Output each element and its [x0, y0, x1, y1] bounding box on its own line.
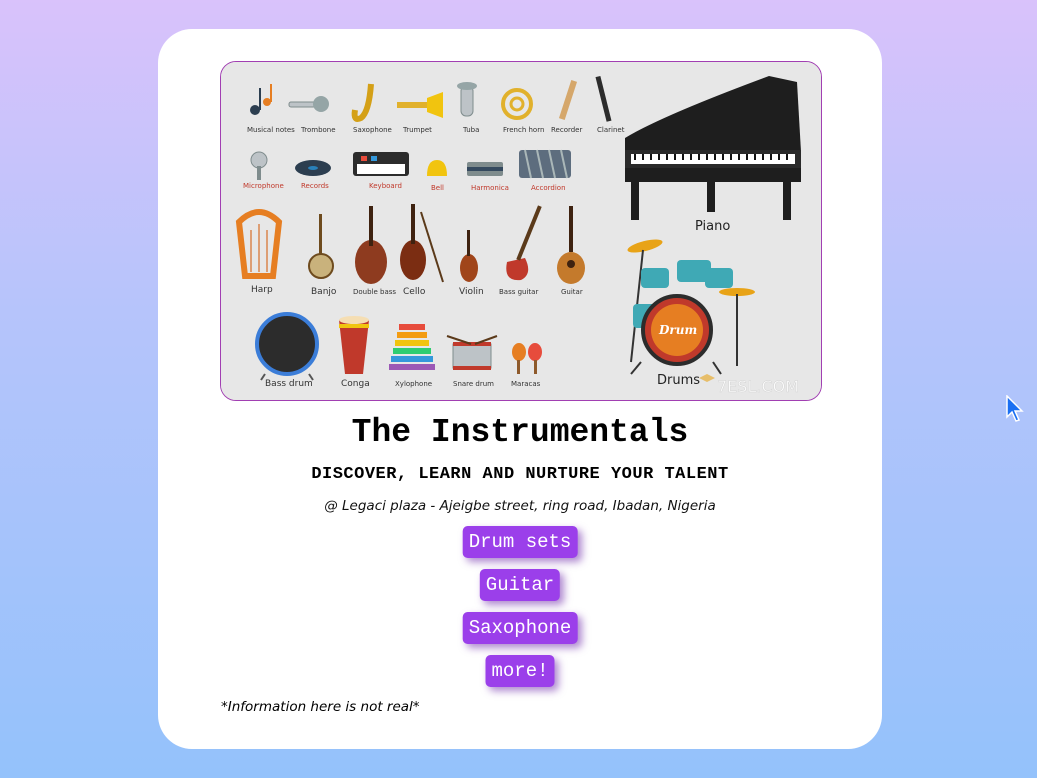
watermark-text: 7ESL.COM — [717, 377, 799, 396]
label-xylophone: Xylophone — [395, 380, 432, 388]
accordion-icon — [519, 149, 571, 179]
label-microphone: Microphone — [243, 182, 284, 190]
keyboard-icon — [353, 152, 409, 176]
drum-head-label: Drum — [658, 323, 697, 337]
label-tuba: Tuba — [462, 126, 479, 134]
label-clarinet: Clarinet — [597, 126, 625, 134]
label-saxophone: Saxophone — [353, 126, 392, 134]
label-trumpet: Trumpet — [402, 126, 432, 134]
label-accordion: Accordion — [531, 184, 566, 192]
label-cello: Cello — [403, 287, 426, 297]
label-drums: Drums — [657, 373, 700, 388]
records-icon — [295, 160, 331, 176]
label-musical-notes: Musical notes — [247, 126, 295, 134]
more-button[interactable]: more! — [485, 655, 555, 687]
label-violin: Violin — [459, 287, 484, 297]
label-maracas: Maracas — [511, 380, 541, 388]
label-double-bass: Double bass — [353, 288, 396, 296]
label-banjo: Banjo — [311, 287, 337, 297]
label-bell: Bell — [431, 184, 444, 192]
harmonica-icon — [467, 162, 503, 176]
label-trombone: Trombone — [300, 126, 336, 134]
label-bass-guitar: Bass guitar — [499, 288, 538, 296]
label-french-horn: French horn — [503, 126, 544, 134]
disclaimer-note: *Information here is not real* — [221, 699, 420, 715]
mouse-pointer-icon — [1006, 394, 1026, 427]
label-bass-drum: Bass drum — [265, 379, 313, 389]
main-card: Musical notes Trombone Saxophone Trumpet… — [158, 29, 882, 749]
label-conga: Conga — [341, 379, 370, 389]
label-records: Records — [301, 182, 329, 190]
label-snare-drum: Snare drum — [453, 380, 494, 388]
label-harmonica: Harmonica — [471, 184, 509, 192]
page-title: The Instrumentals — [351, 414, 689, 451]
label-recorder: Recorder — [551, 126, 582, 134]
guitar-button[interactable]: Guitar — [479, 569, 561, 601]
label-guitar: Guitar — [561, 288, 583, 296]
tagline: DISCOVER, LEARN AND NURTURE YOUR TALENT — [311, 465, 729, 484]
label-harp: Harp — [251, 285, 273, 295]
instruments-banner-image: Musical notes Trombone Saxophone Trumpet… — [220, 61, 822, 401]
address: @ Legaci plaza - Ajeigbe street, ring ro… — [324, 498, 716, 514]
drum-sets-button[interactable]: Drum sets — [462, 526, 578, 558]
label-keyboard: Keyboard — [369, 182, 402, 190]
saxophone-button[interactable]: Saxophone — [462, 612, 578, 644]
label-piano: Piano — [695, 219, 730, 234]
